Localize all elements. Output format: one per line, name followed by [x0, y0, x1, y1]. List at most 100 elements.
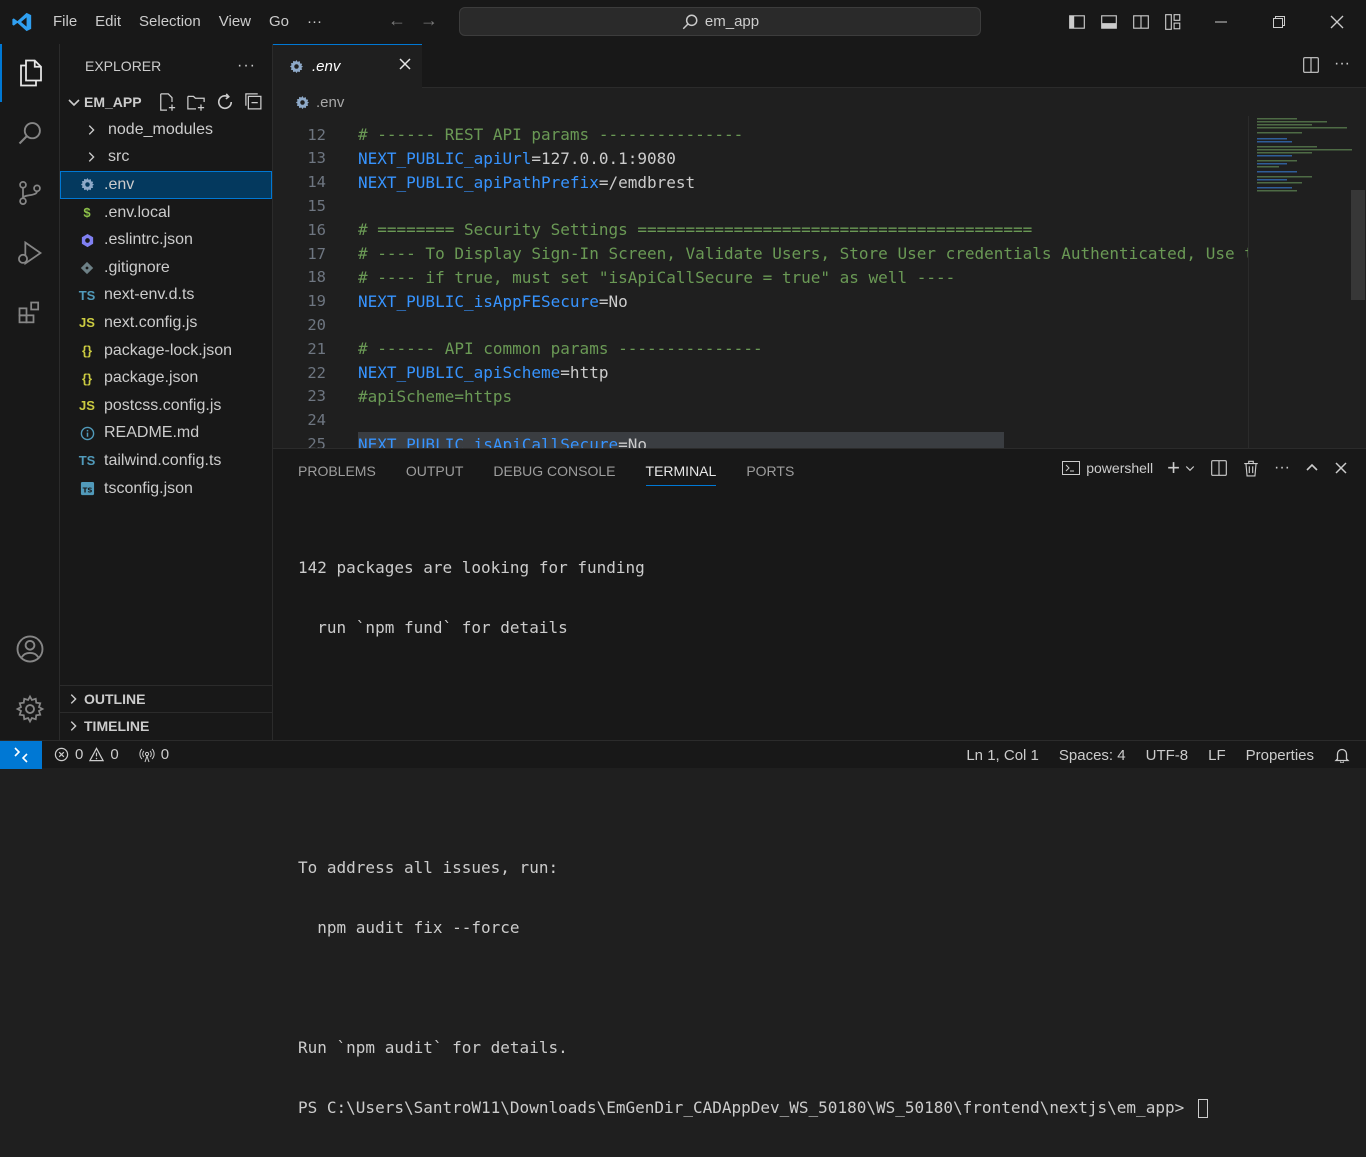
manage-gear-icon[interactable]	[0, 680, 60, 738]
code-editor[interactable]: 11 12 # ------ REST API params -----------…	[273, 116, 1248, 448]
tree-item-node-modules[interactable]: node_modules	[60, 116, 272, 144]
menu-edit[interactable]: Edit	[86, 0, 130, 44]
tree-item-readme[interactable]: README.md	[60, 420, 272, 448]
menu-bar: File Edit Selection View Go ···	[44, 0, 331, 44]
tree-item-gitignore[interactable]: .gitignore	[60, 254, 272, 282]
forward-arrow-icon[interactable]: →	[420, 10, 438, 31]
chevron-down-icon[interactable]	[1184, 462, 1196, 474]
new-file-icon[interactable]	[157, 92, 177, 112]
tree-item-package-lock[interactable]: {} package-lock.json	[60, 337, 272, 365]
menu-view[interactable]: View	[210, 0, 260, 44]
tree-item-tsconfig[interactable]: TS tsconfig.json	[60, 475, 272, 503]
code-line[interactable]: 24	[273, 408, 1248, 432]
code-line[interactable]: 13 NEXT_PUBLIC_apiUrl=127.0.0.1:9080	[273, 147, 1248, 171]
vertical-scrollbar[interactable]	[1351, 190, 1365, 300]
code-line[interactable]: 15	[273, 194, 1248, 218]
explorer-more-actions-icon[interactable]: ···	[237, 57, 256, 75]
minimize-icon[interactable]	[1192, 0, 1250, 44]
run-debug-icon[interactable]	[0, 224, 60, 282]
notifications-bell-icon[interactable]	[1334, 747, 1350, 763]
restore-icon[interactable]	[1250, 0, 1308, 44]
vscode-logo-icon[interactable]	[0, 0, 44, 44]
tab-ports[interactable]: PORTS	[746, 463, 794, 479]
end-of-line[interactable]: LF	[1208, 747, 1226, 764]
menu-selection[interactable]: Selection	[130, 0, 210, 44]
menu-file[interactable]: File	[44, 0, 86, 44]
new-folder-icon[interactable]	[186, 92, 206, 112]
search-icon[interactable]	[0, 104, 60, 162]
tree-item-package-json[interactable]: {} package.json	[60, 364, 272, 392]
tab-terminal[interactable]: TERMINAL	[645, 463, 717, 486]
split-terminal-icon[interactable]	[1210, 459, 1228, 477]
close-window-icon[interactable]	[1308, 0, 1366, 44]
tree-item-env[interactable]: .env	[60, 171, 272, 199]
toggle-primary-sidebar-icon[interactable]	[1068, 13, 1086, 31]
code-line[interactable]: 12 # ------ REST API params -------------…	[273, 123, 1248, 147]
close-panel-icon[interactable]	[1334, 461, 1348, 475]
more-menu-icon[interactable]: ···	[298, 0, 331, 44]
maximize-panel-icon[interactable]	[1304, 460, 1320, 476]
code-token-comment: #apiScheme=https	[358, 386, 513, 406]
tree-item-next-env[interactable]: TS next-env.d.ts	[60, 282, 272, 310]
tab-debug-console[interactable]: DEBUG CONSOLE	[493, 463, 615, 479]
code-line[interactable]: 16 # ======== Security Settings =========…	[273, 218, 1248, 242]
tree-item-tailwind-config[interactable]: TS tailwind.config.ts	[60, 447, 272, 475]
new-terminal-icon[interactable]: +	[1167, 457, 1180, 479]
editor-more-actions-icon[interactable]: ···	[1334, 56, 1350, 74]
cursor-position[interactable]: Ln 1, Col 1	[966, 747, 1039, 764]
tab-problems[interactable]: PROBLEMS	[298, 463, 376, 479]
ports-indicator[interactable]: 0	[139, 746, 169, 763]
line-number: 24	[307, 411, 326, 430]
breadcrumb-file[interactable]: .env	[316, 94, 344, 111]
customize-layout-icon[interactable]	[1164, 13, 1182, 31]
timeline-section[interactable]: TIMELINE	[60, 712, 272, 739]
split-editor-icon[interactable]	[1302, 56, 1320, 74]
toggle-secondary-sidebar-icon[interactable]	[1132, 13, 1150, 31]
code-line[interactable]: 14 NEXT_PUBLIC_apiPathPrefix=/emdbrest	[273, 170, 1248, 194]
tree-item-src[interactable]: src	[60, 144, 272, 172]
language-mode[interactable]: Properties	[1246, 747, 1314, 764]
line-number: 11	[273, 116, 326, 120]
refresh-icon[interactable]	[215, 92, 235, 112]
code-line[interactable]: 19 NEXT_PUBLIC_isAppFESecure=No	[273, 289, 1248, 313]
panel-more-actions-icon[interactable]: ···	[1274, 459, 1290, 477]
workspace-folder-row[interactable]: EM_APP	[60, 88, 272, 116]
tree-item-eslintrc[interactable]: .eslintrc.json	[60, 226, 272, 254]
tree-item-env-local[interactable]: $ .env.local	[60, 199, 272, 227]
problems-indicator[interactable]: 0 0	[54, 746, 119, 763]
accounts-icon[interactable]	[0, 620, 60, 678]
code-line[interactable]: 11	[273, 116, 1248, 123]
minimap[interactable]	[1248, 116, 1352, 448]
toggle-panel-icon[interactable]	[1100, 13, 1118, 31]
code-line[interactable]: 25 NEXT_PUBLIC_isApiCallSecure=No	[273, 432, 1248, 448]
terminal-prompt: PS C:\Users\SantroW11\Downloads\EmGenDir…	[298, 1098, 1194, 1117]
code-line[interactable]: 22 NEXT_PUBLIC_apiScheme=http	[273, 361, 1248, 385]
code-line[interactable]: 18 # ---- if true, must set "isApiCallSec…	[273, 266, 1248, 290]
source-control-icon[interactable]	[0, 164, 60, 222]
tab-env[interactable]: .env	[273, 44, 422, 88]
trash-icon[interactable]	[1242, 459, 1260, 477]
dollar-icon: $	[83, 205, 91, 221]
encoding[interactable]: UTF-8	[1146, 747, 1189, 764]
explorer-icon[interactable]	[0, 44, 60, 102]
code-line[interactable]: 17 # ---- To Display Sign-In Screen, Vali…	[273, 242, 1248, 266]
code-line[interactable]: 23 #apiScheme=https	[273, 385, 1248, 409]
menu-go[interactable]: Go	[260, 0, 298, 44]
back-arrow-icon[interactable]: ←	[388, 10, 406, 31]
tree-item-next-config[interactable]: JS next.config.js	[60, 309, 272, 337]
close-tab-icon[interactable]	[398, 57, 412, 75]
tree-item-postcss-config[interactable]: JS postcss.config.js	[60, 392, 272, 420]
outline-section[interactable]: OUTLINE	[60, 685, 272, 712]
tab-output[interactable]: OUTPUT	[406, 463, 464, 479]
terminal-shell-selector[interactable]: powershell	[1062, 460, 1153, 476]
extensions-icon[interactable]	[0, 284, 60, 342]
editor-area: .env ··· .env 11 12 # ------ REST API para…	[273, 44, 1366, 448]
terminal-cursor	[1197, 1099, 1208, 1118]
collapse-all-icon[interactable]	[244, 92, 264, 112]
code-line[interactable]: 20	[273, 313, 1248, 337]
remote-indicator-icon[interactable]	[0, 740, 42, 769]
command-center[interactable]: em_app	[459, 7, 981, 36]
terminal-output[interactable]: 142 packages are looking for funding run…	[298, 519, 1208, 1157]
code-line[interactable]: 21 # ------ API common params -----------…	[273, 337, 1248, 361]
indentation[interactable]: Spaces: 4	[1059, 747, 1126, 764]
